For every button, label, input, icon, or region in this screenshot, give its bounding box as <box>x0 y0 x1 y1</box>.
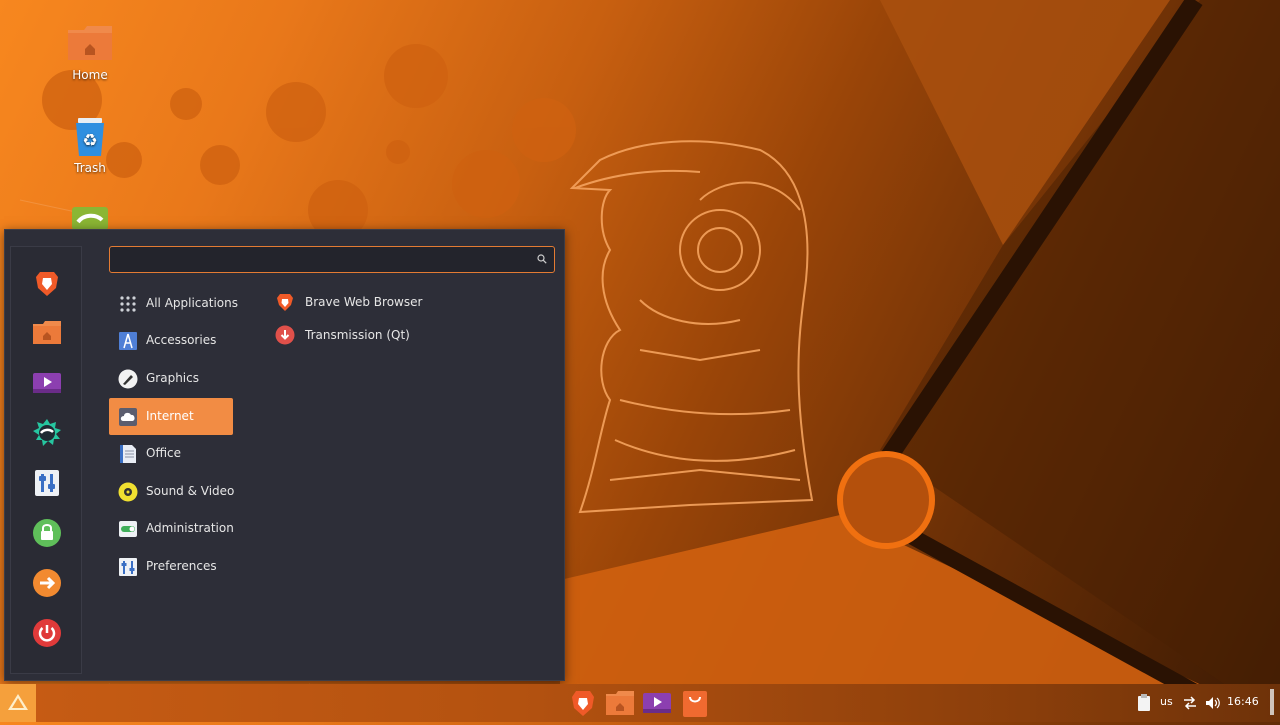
office-icon <box>120 445 136 463</box>
fav-brave-browser[interactable] <box>32 268 62 298</box>
clock[interactable]: 16:46 <box>1227 695 1259 708</box>
software-store-icon <box>683 691 707 717</box>
bottom-panel: us 16:46 <box>0 684 1280 722</box>
category-administration[interactable]: Administration <box>109 510 234 547</box>
app-label: Transmission (Qt) <box>305 328 410 342</box>
internet-icon <box>119 408 137 426</box>
sound-video-icon <box>118 482 138 502</box>
category-graphics[interactable]: Graphics <box>109 360 233 397</box>
svg-text:♻: ♻ <box>82 131 97 151</box>
logout-icon <box>33 569 61 597</box>
app-transmission[interactable]: Transmission (Qt) <box>275 321 515 349</box>
category-label: Administration <box>146 521 234 535</box>
show-desktop-button[interactable] <box>1270 689 1274 715</box>
settings-sliders-icon <box>35 470 59 496</box>
category-all-applications[interactable]: All Applications <box>109 285 238 322</box>
media-player-icon <box>643 693 671 713</box>
fav-lock-screen[interactable] <box>32 518 62 548</box>
desktop-icon-trash[interactable]: ♻ Trash <box>60 117 120 175</box>
home-folder-icon <box>68 24 112 64</box>
favorites-sidebar <box>10 246 82 674</box>
fav-bubble-app[interactable] <box>32 418 62 448</box>
media-player-icon <box>33 373 61 393</box>
category-label: All Applications <box>146 296 238 310</box>
fav-media-player[interactable] <box>32 368 62 398</box>
taskbar-brave-browser[interactable] <box>567 687 599 719</box>
search-input[interactable] <box>116 250 530 270</box>
search-bar <box>109 246 555 273</box>
transmission-icon <box>275 325 295 345</box>
administration-icon <box>119 521 137 537</box>
preferences-icon <box>119 558 137 576</box>
category-label: Graphics <box>146 371 199 385</box>
desktop-icon-label: Home <box>72 68 108 82</box>
category-label: Internet <box>146 409 194 423</box>
search-icon <box>537 254 547 264</box>
fav-logout[interactable] <box>32 568 62 598</box>
category-accessories[interactable]: Accessories <box>109 322 233 359</box>
desktop-icon-label: Trash <box>74 161 106 175</box>
fav-home-folder[interactable] <box>32 318 62 348</box>
taskbar-home-folder[interactable] <box>604 687 636 719</box>
bubble-app-icon <box>33 419 61 446</box>
trash-icon: ♻ <box>68 117 112 157</box>
taskbar-media-player[interactable] <box>641 687 673 719</box>
category-label: Accessories <box>146 333 217 347</box>
brave-browser-icon <box>36 272 58 296</box>
clipboard-icon[interactable] <box>1137 694 1151 712</box>
lock-screen-icon <box>33 519 61 547</box>
fav-power[interactable] <box>32 618 62 648</box>
brave-browser-icon <box>277 294 293 311</box>
graphics-icon <box>118 369 138 389</box>
menu-logo-icon <box>8 694 28 710</box>
category-label: Office <box>146 446 182 460</box>
app-brave-browser[interactable]: Brave Web Browser <box>275 288 515 316</box>
home-folder-icon <box>33 321 61 344</box>
volume-icon[interactable] <box>1205 696 1221 710</box>
desktop-icon-home[interactable]: Home <box>60 24 120 82</box>
network-icon[interactable] <box>1182 696 1198 710</box>
category-internet[interactable]: Internet <box>109 398 233 435</box>
accessories-icon <box>119 332 137 350</box>
taskbar-software-store[interactable] <box>679 687 711 719</box>
system-tray: us 16:46 <box>1130 684 1280 722</box>
grid-icon <box>120 296 136 312</box>
category-label: Sound & Video <box>146 484 235 498</box>
app-label: Brave Web Browser <box>305 295 423 309</box>
brave-browser-icon <box>572 691 594 716</box>
category-sound-video[interactable]: Sound & Video <box>109 473 235 510</box>
category-label: Preferences <box>146 559 217 573</box>
menu-button[interactable] <box>0 684 36 722</box>
category-office[interactable]: Office <box>109 435 233 472</box>
application-menu: All Applications Accessories Graphics In… <box>4 229 565 681</box>
power-icon <box>33 619 61 647</box>
keyboard-layout[interactable]: us <box>1160 695 1173 708</box>
category-preferences[interactable]: Preferences <box>109 548 233 585</box>
fav-settings[interactable] <box>32 468 62 498</box>
home-folder-icon <box>606 691 634 715</box>
